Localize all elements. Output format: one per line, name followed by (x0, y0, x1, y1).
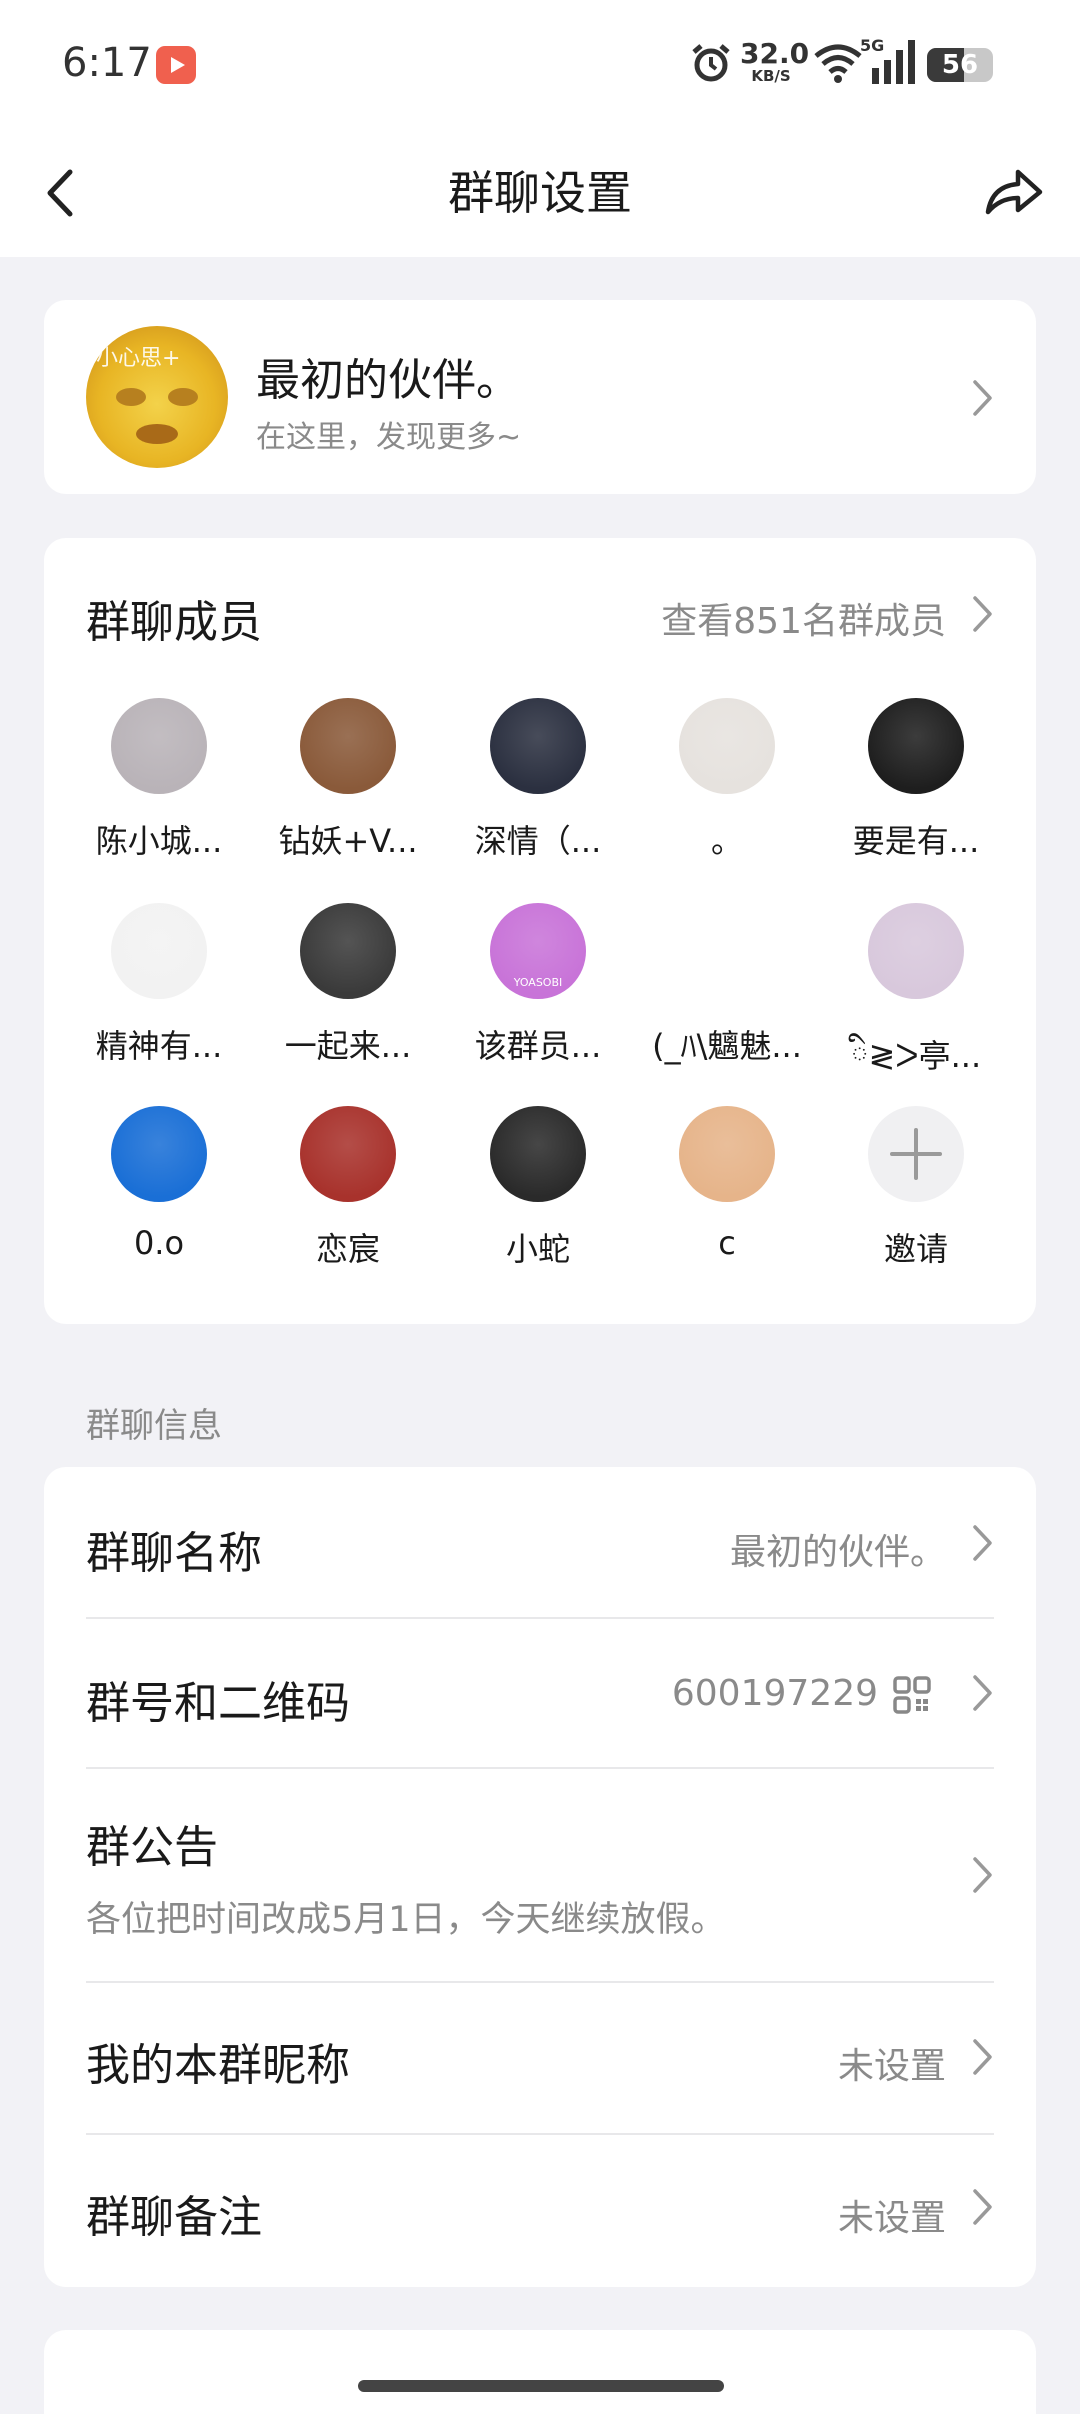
member-avatar (679, 1106, 775, 1202)
group-id-value: 600197229 (671, 1673, 878, 1714)
chevron-right-icon (973, 380, 992, 416)
chevron-right-icon (973, 1675, 992, 1711)
member-item[interactable]: c (632, 1106, 822, 1262)
battery-level: 56 (941, 50, 979, 80)
member-avatar (300, 698, 396, 794)
back-chevron-icon[interactable] (36, 160, 96, 226)
members-title: 群聊成员 (86, 597, 262, 648)
member-avatar (490, 1106, 586, 1202)
chevron-right-icon (973, 1857, 992, 1893)
member-item[interactable]: 陈小城... (64, 698, 254, 862)
plus-icon (868, 1106, 964, 1202)
member-name: 精神有... (95, 1027, 223, 1065)
member-item[interactable]: 0.o (64, 1106, 254, 1262)
member-avatar (679, 698, 775, 794)
member-item[interactable]: 小蛇 (443, 1106, 633, 1270)
member-name: 该群员... (474, 1027, 602, 1065)
group-members-card: 群聊成员 查看851名群成员 陈小城... 钻妖+V... 深情（... 。 要是有..… (44, 538, 1036, 1324)
member-avatar (111, 698, 207, 794)
member-item[interactable]: 精神有... (64, 903, 254, 1067)
my-nickname-value: 未设置 (837, 2046, 946, 2087)
wifi-icon (814, 44, 862, 83)
member-avatar (300, 1106, 396, 1202)
status-bar: 6:17 32.0 KB/S 5G 56 (0, 0, 1080, 130)
member-name: 小蛇 (505, 1230, 570, 1268)
member-avatar (111, 903, 207, 999)
group-remark-value: 未设置 (837, 2198, 946, 2239)
member-name: 要是有... (852, 822, 980, 860)
group-name-label: 群聊名称 (86, 1528, 262, 1579)
member-name: ི≷ᐳ亭... (850, 1037, 982, 1075)
group-remark-row[interactable]: 群聊备注 未设置 (44, 2135, 1036, 2287)
member-item[interactable]: 钻妖+V... (253, 698, 443, 862)
member-item[interactable]: 恋宸 (253, 1106, 443, 1270)
member-avatar (490, 698, 586, 794)
group-id-label: 群号和二维码 (86, 1678, 350, 1729)
chevron-right-icon (973, 1525, 992, 1561)
group-profile-card[interactable]: 小心思+ 最初的伙伴。 在这里，发现更多~ (44, 300, 1036, 494)
share-icon[interactable] (980, 160, 1046, 226)
signal-icon (872, 40, 915, 84)
home-indicator[interactable] (358, 2380, 724, 2392)
group-id-row[interactable]: 群号和二维码 600197229 (44, 1619, 1036, 1767)
member-name: 。 (710, 822, 743, 860)
member-item[interactable]: 深情（... (443, 698, 633, 862)
page-title: 群聊设置 (448, 166, 632, 220)
network-speed: 32.0 KB/S (740, 37, 810, 85)
group-info-card: 群聊名称 最初的伙伴。 群号和二维码 600197229 群公告 各位把时间改成… (44, 1467, 1036, 2287)
member-name: 一起来... (284, 1027, 412, 1065)
member-item[interactable]: 。 (632, 698, 822, 862)
chevron-right-icon (973, 2039, 992, 2075)
view-all-members-link[interactable]: 查看851名群成员 (661, 592, 946, 644)
video-app-icon (156, 46, 196, 84)
group-name-value: 最初的伙伴。 (729, 1532, 946, 1573)
section-label-group-info: 群聊信息 (86, 1406, 222, 1446)
status-time: 6:17 (62, 40, 152, 86)
my-nickname-label: 我的本群昵称 (86, 2040, 350, 2091)
chevron-right-icon[interactable] (972, 594, 994, 634)
network-speed-value: 32.0 (740, 37, 810, 70)
member-avatar (868, 903, 964, 999)
member-item[interactable]: ི≷ᐳ亭... (821, 903, 1011, 1111)
nav-bar: 群聊设置 (0, 130, 1080, 257)
group-notice-row[interactable]: 群公告 各位把时间改成5月1日，今天继续放假。 (44, 1769, 1036, 1979)
my-nickname-row[interactable]: 我的本群昵称 未设置 (44, 1983, 1036, 2133)
battery-indicator: 56 (927, 48, 993, 82)
member-name: 0.o (133, 1224, 185, 1262)
member-avatar (868, 698, 964, 794)
member-name: 深情（... (474, 822, 602, 860)
member-avatar (300, 903, 396, 999)
member-name: 陈小城... (95, 822, 223, 860)
member-name: c (718, 1224, 736, 1262)
group-notice-text: 各位把时间改成5月1日，今天继续放假。 (86, 1900, 726, 1940)
member-avatar (679, 903, 775, 999)
member-avatar-text: YOASOBI (513, 976, 563, 989)
group-avatar-caption: 小心思+ (96, 346, 181, 371)
member-name: 恋宸 (315, 1230, 380, 1268)
member-avatar (111, 1106, 207, 1202)
member-item[interactable]: YOASOBI 该群员... (443, 903, 633, 1067)
member-item[interactable]: 要是有... (821, 698, 1011, 862)
group-avatar[interactable]: 小心思+ (86, 326, 228, 468)
invite-label: 邀请 (883, 1230, 948, 1268)
next-settings-card (44, 2330, 1036, 2414)
group-name: 最初的伙伴。 (256, 355, 520, 406)
chevron-right-icon (973, 2189, 992, 2225)
member-avatar: YOASOBI (490, 903, 586, 999)
group-notice-label: 群公告 (86, 1822, 218, 1873)
qr-code-icon[interactable] (892, 1675, 932, 1715)
group-name-row[interactable]: 群聊名称 最初的伙伴。 (44, 1467, 1036, 1617)
member-name: 钻妖+V... (278, 822, 418, 860)
invite-member-button[interactable]: 邀请 (821, 1106, 1011, 1270)
network-speed-unit: KB/S (751, 67, 791, 85)
alarm-icon (692, 44, 730, 82)
member-item[interactable]: 一起来... (253, 903, 443, 1067)
member-name: (_ﾊ\魑魅... (652, 1027, 802, 1065)
group-remark-label: 群聊备注 (86, 2192, 262, 2243)
group-subtitle: 在这里，发现更多~ (256, 420, 522, 455)
status-icons: 32.0 KB/S 5G 56 (660, 36, 1080, 92)
member-item[interactable]: (_ﾊ\魑魅... (632, 903, 822, 1067)
